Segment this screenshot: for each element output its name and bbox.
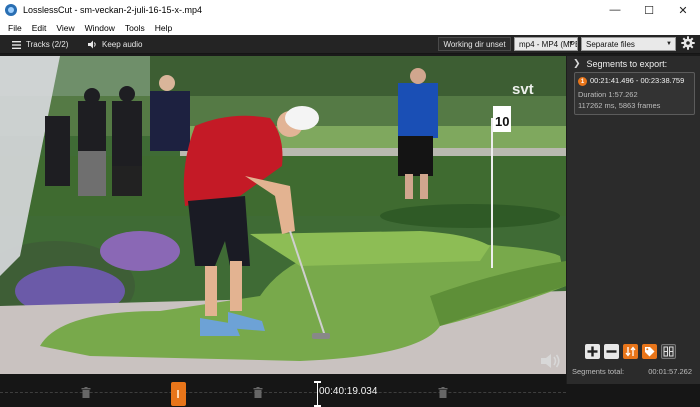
segment-actions <box>585 344 676 359</box>
chevron-down-icon: ▼ <box>666 41 672 47</box>
chevron-right-icon: ❯ <box>573 58 581 68</box>
segment-range: 00:21:41.496 - 00:23:38.759 <box>590 76 685 85</box>
menu-window[interactable]: Window <box>80 23 120 33</box>
timeline[interactable]: 00:40:19.034 <box>0 374 566 407</box>
video-frame: 10 svt <box>0 56 566 374</box>
flag-number: 10 <box>495 114 509 129</box>
label-segment-button[interactable] <box>642 344 657 359</box>
segments-total-label: Segments total: <box>572 367 625 376</box>
segment-card[interactable]: 1 00:21:41.496 - 00:23:38.759 Duration 1… <box>574 72 695 115</box>
settings-gear-icon[interactable] <box>681 36 695 50</box>
menu-tools[interactable]: Tools <box>120 23 150 33</box>
menu-bar: File Edit View Window Tools Help <box>0 20 700 35</box>
trash-icon[interactable] <box>438 387 448 398</box>
toolbar: Tracks (2/2) Keep audio Working dir unse… <box>0 35 700 54</box>
tracks-button[interactable]: Tracks (2/2) <box>12 37 68 52</box>
window-controls: — ☐ ✕ <box>598 0 700 20</box>
title-bar: LosslessCut - sm-veckan-2-juli-16-15-x-.… <box>0 0 700 20</box>
tag-icon <box>645 347 655 357</box>
export-mode-select[interactable]: Separate files ▼ <box>581 37 676 51</box>
segment-duration: Duration 1:57.262 <box>578 90 638 99</box>
speaker-icon <box>88 40 96 49</box>
segments-header[interactable]: ❯ Segments to export: <box>573 58 667 69</box>
minimize-button[interactable]: — <box>598 0 632 20</box>
segment-marker[interactable] <box>171 382 186 406</box>
timeline-right-filler <box>566 384 700 407</box>
close-button[interactable]: ✕ <box>666 0 700 20</box>
segments-total-value: 00:01:57.262 <box>648 367 692 376</box>
tracks-label: Tracks (2/2) <box>26 40 69 49</box>
menu-edit[interactable]: Edit <box>27 23 52 33</box>
split-segment-button[interactable] <box>661 344 676 359</box>
maximize-button[interactable]: ☐ <box>632 0 666 20</box>
volume-icon[interactable] <box>540 353 562 369</box>
add-segment-button[interactable] <box>585 344 600 359</box>
segments-panel: ❯ Segments to export: 1 00:21:41.496 - 0… <box>566 56 700 384</box>
app-window: LosslessCut - sm-veckan-2-juli-16-15-x-.… <box>0 0 700 407</box>
split-icon <box>663 346 674 357</box>
keep-audio-label: Keep audio <box>102 40 143 49</box>
window-title: LosslessCut - sm-veckan-2-juli-16-15-x-.… <box>23 5 203 15</box>
trash-icon[interactable] <box>81 387 91 398</box>
trash-icon[interactable] <box>253 387 263 398</box>
remove-segment-button[interactable] <box>604 344 619 359</box>
format-select[interactable]: mp4 - MP4 (MPEG-4 Part 14) ▼ <box>514 37 578 51</box>
plus-icon <box>587 346 598 357</box>
list-icon <box>12 40 21 49</box>
losslesscut-logo-icon <box>5 4 17 16</box>
minus-icon <box>606 350 617 353</box>
reorder-segments-button[interactable] <box>623 344 638 359</box>
svt-watermark: svt <box>512 81 534 98</box>
menu-help[interactable]: Help <box>150 23 177 33</box>
video-player[interactable]: 10 svt <box>0 56 566 374</box>
working-dir-button[interactable]: Working dir unset <box>438 37 511 51</box>
chevron-down-icon: ▼ <box>568 41 574 47</box>
menu-file[interactable]: File <box>3 23 27 33</box>
segment-number-badge: 1 <box>578 77 587 86</box>
export-mode-value: Separate files <box>586 39 635 49</box>
sort-arrows-icon <box>625 346 636 357</box>
current-time: 00:40:19.034 <box>318 386 379 397</box>
menu-view[interactable]: View <box>51 23 79 33</box>
keep-audio-button[interactable]: Keep audio <box>88 37 142 52</box>
segment-details: 117262 ms, 5863 frames <box>578 101 661 110</box>
segments-title: Segments to export: <box>586 58 668 69</box>
